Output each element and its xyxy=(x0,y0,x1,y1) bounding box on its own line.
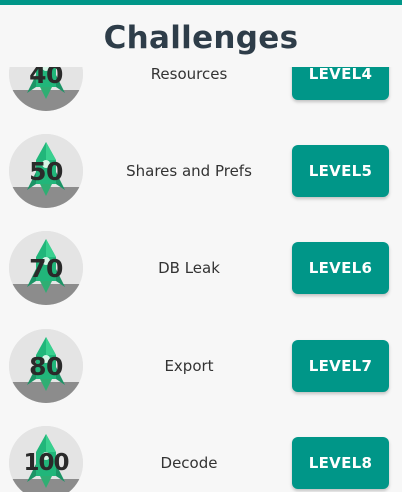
challenge-points: 80 xyxy=(29,351,63,381)
challenge-badge: 80 xyxy=(9,329,83,403)
challenge-name: Shares and Prefs xyxy=(126,162,252,180)
level-8-button[interactable]: LEVEL8 xyxy=(292,437,389,489)
level-6-button[interactable]: LEVEL6 xyxy=(292,242,389,294)
challenge-points: 100 xyxy=(23,450,69,476)
challenge-name: DB Leak xyxy=(158,259,220,277)
challenge-badge: 100 xyxy=(9,426,83,492)
challenge-name: Export xyxy=(164,357,214,375)
app-screen: Challenges 40 Resources LEVEL4 50 Shares… xyxy=(0,0,402,492)
page-title: Challenges xyxy=(103,20,299,56)
level-7-button[interactable]: LEVEL7 xyxy=(292,340,389,392)
challenge-row: 100 Decode LEVEL8 xyxy=(0,426,402,492)
status-accent-bar xyxy=(0,0,402,5)
challenge-row: 50 Shares and Prefs LEVEL5 xyxy=(0,134,402,208)
challenge-row: 80 Export LEVEL7 xyxy=(0,329,402,403)
challenge-points: 50 xyxy=(29,156,63,186)
level-5-button[interactable]: LEVEL5 xyxy=(292,145,389,197)
app-header: Challenges xyxy=(0,5,402,67)
challenge-points: 70 xyxy=(29,253,63,283)
challenge-name: Decode xyxy=(160,454,218,472)
challenge-list[interactable]: 40 Resources LEVEL4 50 Shares and Prefs … xyxy=(0,0,402,492)
challenge-badge: 70 xyxy=(9,231,83,305)
challenge-row: 70 DB Leak LEVEL6 xyxy=(0,231,402,305)
challenge-badge: 50 xyxy=(9,134,83,208)
